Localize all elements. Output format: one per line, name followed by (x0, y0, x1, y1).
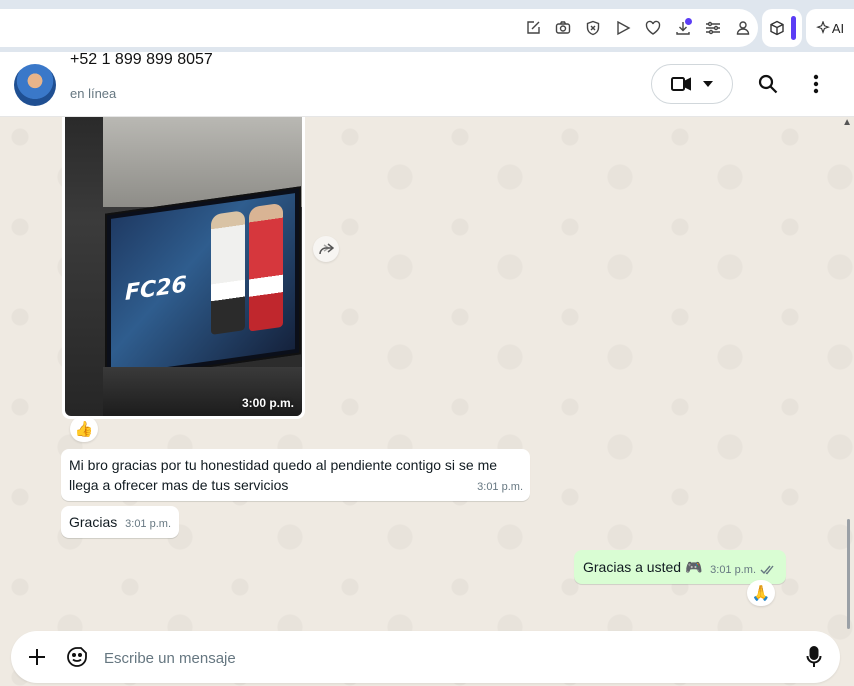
message-text: Mi bro gracias por tu honestidad quedo a… (69, 457, 498, 493)
video-camera-icon (671, 77, 691, 91)
download-icon[interactable] (668, 13, 698, 43)
message-time: 3:01 p.m. (125, 518, 171, 530)
message-time: 3:01 p.m. (477, 481, 523, 493)
message-image[interactable]: FC26 3:00 p.m. (65, 117, 302, 416)
browser-toolbar: AI (0, 0, 854, 52)
forward-icon (319, 243, 334, 255)
incoming-message[interactable]: Gracias 3:01 p.m. (61, 506, 179, 538)
chat-header: +52 1 899 899 8057 en línea (0, 52, 854, 117)
incoming-message[interactable]: Mi bro gracias por tu honestidad quedo a… (61, 449, 530, 501)
browser-toolbar-icons (518, 9, 758, 47)
menu-icon[interactable] (804, 72, 828, 96)
camera-icon[interactable] (548, 13, 578, 43)
scrollbar-thumb[interactable] (847, 519, 850, 629)
video-call-button[interactable] (651, 64, 733, 104)
active-indicator (790, 16, 796, 40)
chat-messages: FC26 3:00 p.m. 👍 Mi bro gracias por tu h… (0, 117, 854, 686)
chevron-down-icon (703, 81, 713, 87)
message-text: Gracias a usted 🎮 (583, 559, 703, 575)
scrollbar[interactable]: ▲ (842, 117, 854, 632)
ai-button[interactable]: AI (806, 9, 854, 47)
cube-icon (769, 20, 784, 36)
contact-name[interactable]: +52 1 899 899 8057 (70, 52, 213, 66)
profile-icon[interactable] (728, 13, 758, 43)
avatar[interactable] (14, 64, 56, 106)
message-composer (11, 631, 840, 683)
message-input[interactable] (102, 643, 786, 673)
sticker-icon[interactable] (65, 645, 89, 669)
double-check-icon (760, 565, 774, 575)
contact-status: en línea (70, 86, 117, 101)
message-text: Gracias (69, 514, 118, 530)
forward-button[interactable] (313, 236, 339, 262)
microphone-icon[interactable] (802, 645, 826, 669)
heart-icon[interactable] (638, 13, 668, 43)
extension-button[interactable] (762, 9, 802, 47)
sliders-icon[interactable] (698, 13, 728, 43)
shield-icon[interactable] (578, 13, 608, 43)
message-time: 3:00 p.m. (241, 396, 294, 410)
message-reaction[interactable]: 👍 (70, 416, 98, 442)
play-icon[interactable] (608, 13, 638, 43)
plus-icon[interactable] (25, 645, 49, 669)
edit-icon[interactable] (518, 13, 548, 43)
ai-label: AI (831, 20, 845, 36)
search-icon[interactable] (756, 72, 780, 96)
outgoing-message[interactable]: Gracias a usted 🎮 3:01 p.m. (574, 550, 786, 584)
tv-screen: FC26 (105, 186, 301, 382)
game-logo: FC26 (125, 272, 187, 306)
sparkle-icon (815, 21, 830, 35)
message-reaction[interactable]: 🙏 (747, 580, 775, 606)
notification-dot (685, 18, 692, 25)
image-message[interactable]: FC26 3:00 p.m. (62, 117, 305, 419)
message-time: 3:01 p.m. (710, 564, 756, 576)
scroll-up-icon[interactable]: ▲ (842, 117, 852, 128)
